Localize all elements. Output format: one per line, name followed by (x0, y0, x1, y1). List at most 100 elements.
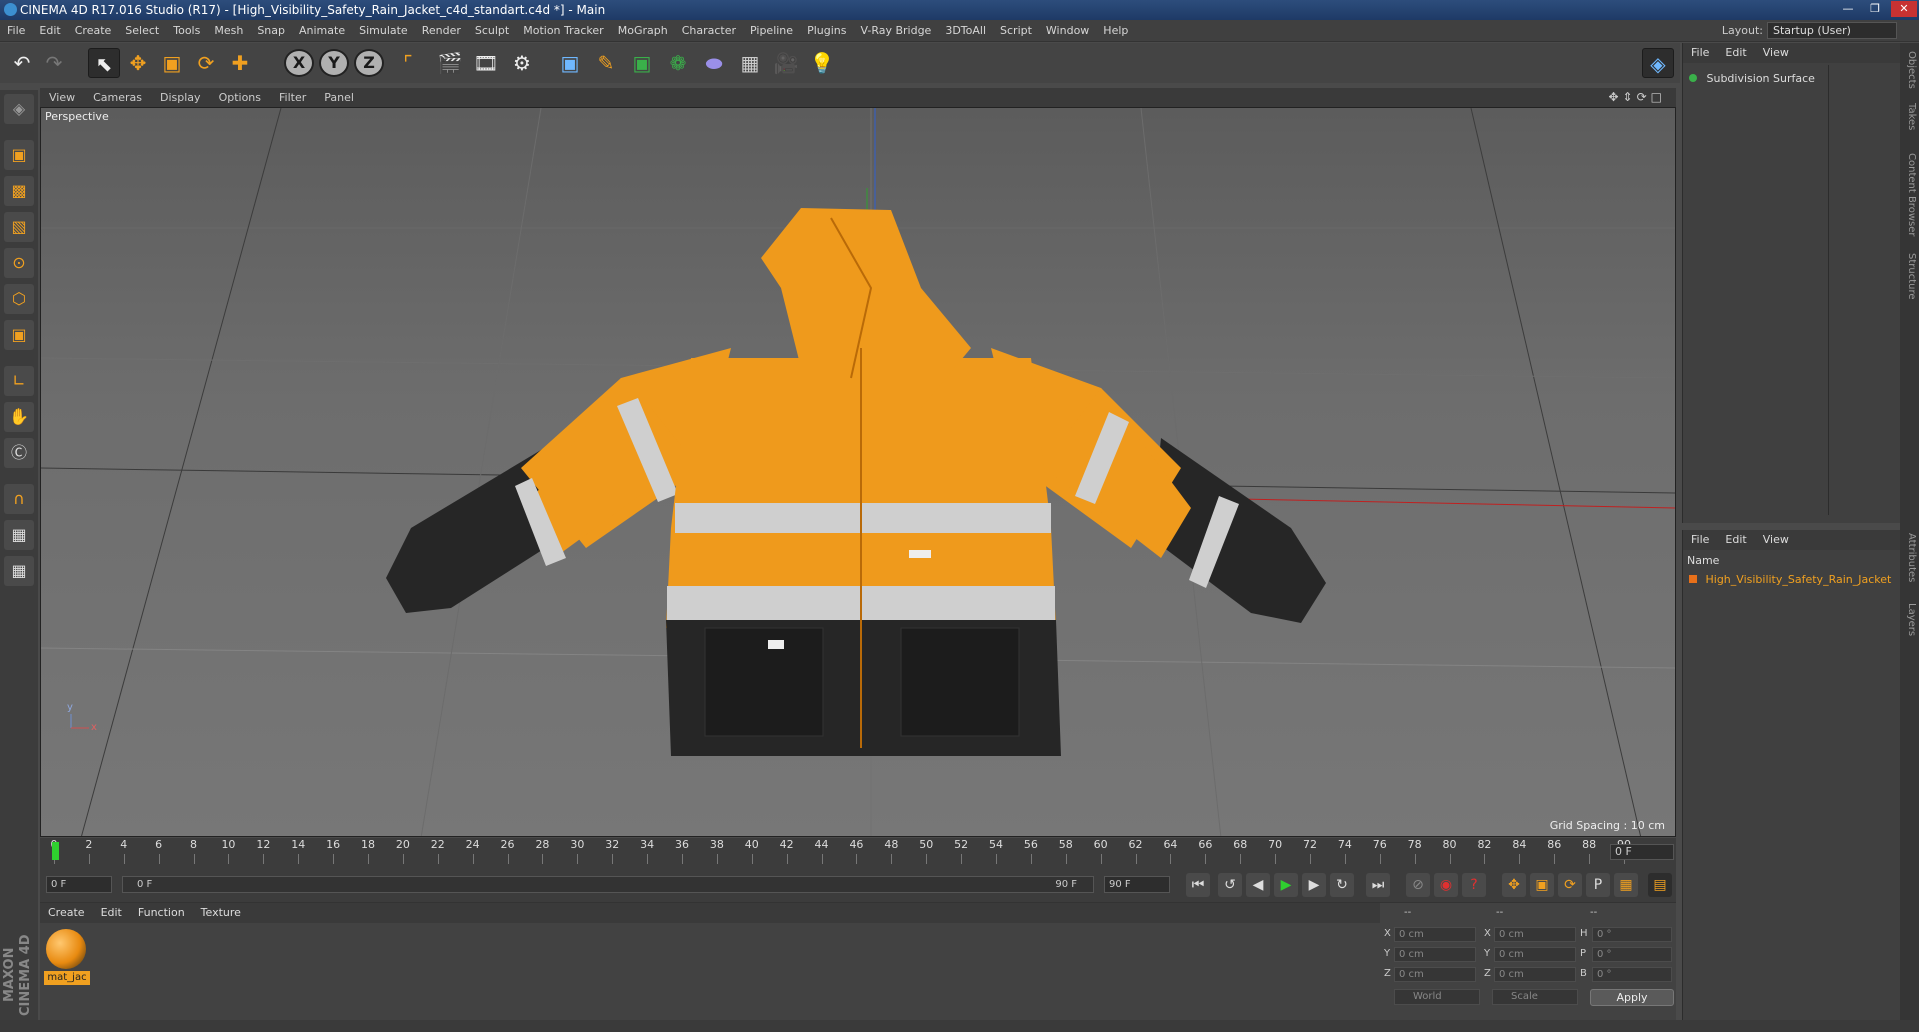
coord-rotation-field[interactable]: 0 ° (1592, 967, 1672, 982)
cloner-icon[interactable]: ❁ (662, 48, 694, 78)
menu-help[interactable]: Help (1096, 20, 1135, 42)
record-keys-icon[interactable]: ⊘ (1406, 873, 1430, 897)
menu-sculpt[interactable]: Sculpt (468, 20, 516, 42)
texture-mode-icon[interactable]: ▩ (4, 176, 34, 206)
viewport-menu-display[interactable]: Display (151, 88, 210, 107)
param-key-icon[interactable]: P (1586, 873, 1610, 897)
menu-pipeline[interactable]: Pipeline (743, 20, 800, 42)
play-icon[interactable]: ▶ (1274, 873, 1298, 897)
render-picture-viewer-icon[interactable]: 🎞 (470, 48, 502, 78)
loop-icon[interactable]: ↻ (1330, 873, 1354, 897)
viewport-menu-filter[interactable]: Filter (270, 88, 315, 107)
grid-lock-icon[interactable]: ▦ (4, 520, 34, 550)
coord-space-select[interactable]: World (1394, 989, 1480, 1005)
floor-icon[interactable]: ▦ (734, 48, 766, 78)
move-key-icon[interactable]: ✥ (1502, 873, 1526, 897)
subdivision-surface-icon[interactable]: ▣ (626, 48, 658, 78)
material-menu-create[interactable]: Create (40, 903, 93, 923)
object-row-subdivision-surface[interactable]: Subdivision Surface (1689, 71, 1899, 87)
timeline-window-icon[interactable]: ▤ (1648, 873, 1672, 897)
layer-menu-view[interactable]: View (1755, 530, 1797, 550)
side-tab-attributes[interactable]: Attributes (1902, 533, 1917, 582)
side-tab-objects[interactable]: Objects (1902, 51, 1917, 89)
go-to-end-icon[interactable]: ⏭ (1366, 873, 1390, 897)
polygons-mode-icon[interactable]: ▣ (4, 320, 34, 350)
undo-icon[interactable]: ↶ (6, 48, 38, 78)
light-icon[interactable]: 💡 (806, 48, 838, 78)
start-frame-field[interactable]: 0 F (46, 876, 112, 893)
menu-render[interactable]: Render (415, 20, 468, 42)
scale-key-icon[interactable]: ▣ (1530, 873, 1554, 897)
coord-position-field[interactable]: 0 cm (1394, 927, 1476, 942)
menu-3dtoall[interactable]: 3DToAll (938, 20, 993, 42)
make-editable-icon[interactable]: ◈ (4, 94, 34, 124)
menu-file[interactable]: File (0, 20, 32, 42)
rain-jacket-model[interactable] (386, 208, 1326, 756)
tweak-icon[interactable]: ✋ (4, 402, 34, 432)
live-move-icon[interactable]: ✚ (224, 48, 256, 78)
coord-size-field[interactable]: 0 cm (1494, 947, 1576, 962)
object-menu-edit[interactable]: Edit (1717, 43, 1754, 63)
go-to-start-icon[interactable]: ⏮ (1186, 873, 1210, 897)
menu-motion-tracker[interactable]: Motion Tracker (516, 20, 610, 42)
menu-mesh[interactable]: Mesh (207, 20, 250, 42)
python-icon[interactable]: ◈ (1642, 48, 1674, 78)
menu-script[interactable]: Script (993, 20, 1039, 42)
menu-mograph[interactable]: MoGraph (611, 20, 675, 42)
coord-size-field[interactable]: 0 cm (1494, 967, 1576, 982)
layer-menu-edit[interactable]: Edit (1717, 530, 1754, 550)
coord-rotation-field[interactable]: 0 ° (1592, 947, 1672, 962)
coord-mode-select[interactable]: Scale (1492, 989, 1578, 1005)
edges-mode-icon[interactable]: ⬡ (4, 284, 34, 314)
end-frame-field[interactable]: 90 F (1104, 876, 1170, 893)
timeline-ruler[interactable]: 0246810121416182022242628303234363840424… (40, 838, 1676, 866)
menu-edit[interactable]: Edit (32, 20, 67, 42)
auto-key-icon[interactable]: ◉ (1434, 873, 1458, 897)
x-axis-lock[interactable]: X (284, 49, 314, 77)
playhead[interactable] (52, 842, 59, 860)
y-axis-lock[interactable]: Y (319, 49, 349, 77)
snap-icon[interactable]: Ⓒ (4, 438, 34, 468)
object-menu-view[interactable]: View (1755, 43, 1797, 63)
menu-create[interactable]: Create (68, 20, 119, 42)
minimize-icon[interactable]: — (1835, 1, 1861, 17)
material-menu-edit[interactable]: Edit (93, 903, 130, 923)
model-mode-icon[interactable]: ▣ (4, 140, 34, 170)
object-menu-file[interactable]: File (1683, 43, 1717, 63)
perspective-viewport[interactable]: Perspective y x Grid Spacing : 10 cm (40, 107, 1676, 837)
coord-position-field[interactable]: 0 cm (1394, 947, 1476, 962)
axis-mode-icon[interactable]: ∟ (4, 366, 34, 396)
menu-character[interactable]: Character (675, 20, 743, 42)
redo-icon[interactable]: ↷ (38, 48, 70, 78)
viewport-menu-options[interactable]: Options (210, 88, 270, 107)
camera-icon[interactable]: 🎥 (770, 48, 802, 78)
animation-mode-icon[interactable]: ▦ (4, 556, 34, 586)
side-tab-takes[interactable]: Takes (1902, 103, 1917, 130)
rotate-key-icon[interactable]: ⟳ (1558, 873, 1582, 897)
viewport-menu-cameras[interactable]: Cameras (84, 88, 151, 107)
menu-snap[interactable]: Snap (250, 20, 292, 42)
render-view-icon[interactable]: 🎬 (434, 48, 466, 78)
current-frame-field[interactable]: 0 F (1610, 844, 1674, 860)
menu-plugins[interactable]: Plugins (800, 20, 853, 42)
viewport-nav-icons[interactable]: ✥⇕⟳□ (1608, 90, 1666, 104)
side-tab-content-browser[interactable]: Content Browser (1902, 153, 1917, 236)
material-thumbnail[interactable]: mat_jac (44, 927, 90, 987)
scale-icon[interactable]: ▣ (156, 48, 188, 78)
apply-button[interactable]: Apply (1590, 989, 1674, 1006)
points-mode-icon[interactable]: ⊙ (4, 248, 34, 278)
coord-position-field[interactable]: 0 cm (1394, 967, 1476, 982)
deformer-icon[interactable]: ⬬ (698, 48, 730, 78)
menu-v-ray-bridge[interactable]: V-Ray Bridge (853, 20, 938, 42)
menu-tools[interactable]: Tools (166, 20, 207, 42)
spline-pen-icon[interactable]: ✎ (590, 48, 622, 78)
pla-key-icon[interactable]: ▦ (1614, 873, 1638, 897)
menu-simulate[interactable]: Simulate (352, 20, 415, 42)
coord-size-field[interactable]: 0 cm (1494, 927, 1576, 942)
menu-window[interactable]: Window (1039, 20, 1096, 42)
play-reverse-icon[interactable]: ◀ (1246, 873, 1270, 897)
material-menu-texture[interactable]: Texture (193, 903, 249, 923)
viewport-menu-panel[interactable]: Panel (315, 88, 363, 107)
workplane-icon[interactable]: ▧ (4, 212, 34, 242)
magnet-icon[interactable]: ∩ (4, 484, 34, 514)
